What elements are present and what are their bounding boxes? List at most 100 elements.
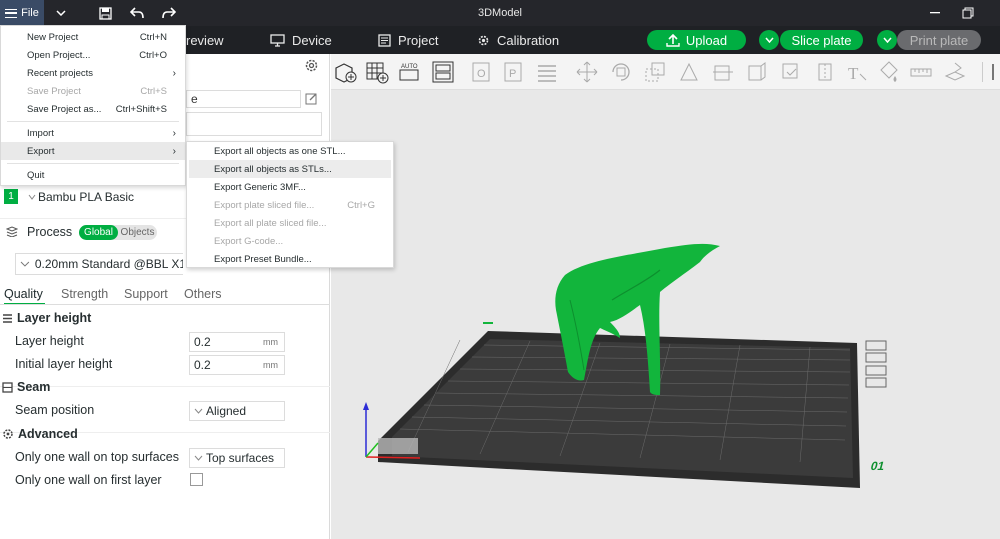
- tab-calibration[interactable]: Calibration: [477, 26, 559, 54]
- filament-chevron-down-icon[interactable]: [28, 194, 36, 200]
- add-cube-icon[interactable]: [333, 60, 357, 84]
- seam-position-select[interactable]: Aligned: [189, 401, 285, 421]
- toolbar-divider: [982, 62, 983, 82]
- section-seam: Seam: [2, 380, 50, 394]
- text-icon[interactable]: T: [845, 60, 869, 84]
- menu-item-save-project[interactable]: Save Project Ctrl+S: [1, 82, 185, 100]
- submenu-arrow-icon: ›: [172, 127, 176, 139]
- menu-save-project-as-label: Save Project as...: [27, 103, 102, 115]
- menu-new-project-label: New Project: [27, 31, 79, 43]
- measure-icon[interactable]: [909, 60, 933, 84]
- auto-orient-icon[interactable]: AUTO: [397, 60, 421, 84]
- menu-save-project-as-shortcut: Ctrl+Shift+S: [115, 103, 167, 115]
- filament-name[interactable]: Bambu PLA Basic: [38, 190, 134, 204]
- save-icon[interactable]: [94, 0, 116, 26]
- plate-type-field[interactable]: [186, 112, 322, 136]
- printer-name-field[interactable]: e: [186, 90, 301, 108]
- tab-preview[interactable]: review: [186, 26, 224, 54]
- filament-slot-badge: 1: [4, 189, 18, 204]
- tab-support[interactable]: Support: [124, 287, 168, 301]
- layer-height-icon: [3, 313, 12, 323]
- tab-others[interactable]: Others: [184, 287, 222, 301]
- svg-text:AUTO: AUTO: [401, 64, 418, 70]
- mesh-boolean-icon[interactable]: [745, 60, 769, 84]
- export-item-all-plate-sliced[interactable]: Export all plate sliced file...: [189, 214, 391, 232]
- section-advanced-title: Advanced: [18, 427, 78, 441]
- menu-item-open-project[interactable]: Open Project... Ctrl+O: [1, 46, 185, 64]
- split-objects-icon[interactable]: O: [469, 60, 493, 84]
- add-plate-icon[interactable]: [365, 60, 389, 84]
- first-layer-label: Only one wall on first layer: [15, 473, 162, 487]
- move-icon[interactable]: [575, 60, 599, 84]
- toggle-objects[interactable]: Objects: [118, 225, 157, 240]
- export-item-preset-bundle[interactable]: Export Preset Bundle...: [189, 250, 391, 268]
- slice-plate-button[interactable]: Slice plate: [780, 30, 863, 50]
- close-window-button[interactable]: [983, 0, 1000, 26]
- file-menu-button[interactable]: File: [0, 0, 44, 26]
- restore-icon[interactable]: [956, 0, 980, 26]
- printer-settings-gear-icon[interactable]: [304, 58, 319, 73]
- slice-options-chevron-icon[interactable]: [759, 30, 779, 50]
- cut-icon[interactable]: [711, 60, 735, 84]
- tab-device-label: Device: [292, 32, 332, 48]
- menu-item-quit[interactable]: Quit: [1, 166, 185, 184]
- upload-button[interactable]: Upload: [647, 30, 746, 50]
- layers-icon: [6, 226, 18, 237]
- menu-item-import[interactable]: Import ›: [1, 124, 185, 142]
- print-plate-button[interactable]: Print plate: [897, 30, 981, 50]
- upload-label: Upload: [685, 32, 728, 48]
- svg-text:P: P: [509, 68, 516, 80]
- export-item-plate-sliced[interactable]: Export plate sliced file... Ctrl+G: [189, 196, 391, 214]
- toolbar-more-icon[interactable]: [991, 60, 1000, 84]
- layers-list-icon[interactable]: [535, 60, 559, 84]
- redo-icon[interactable]: [158, 0, 180, 26]
- global-objects-toggle[interactable]: Global Objects: [79, 225, 157, 240]
- toggle-global[interactable]: Global: [79, 225, 118, 240]
- section-seam-title: Seam: [17, 380, 51, 394]
- export-all-plate-sliced-label: Export all plate sliced file...: [214, 217, 327, 229]
- rotate-icon[interactable]: [609, 60, 633, 84]
- initial-layer-height-input[interactable]: 0.2 mm: [189, 355, 285, 375]
- menu-item-save-project-as[interactable]: Save Project as... Ctrl+Shift+S: [1, 100, 185, 118]
- top-surfaces-label: Only one wall on top surfaces: [15, 450, 179, 464]
- export-item-stls[interactable]: Export all objects as STLs...: [189, 160, 391, 178]
- export-item-generic-3mf[interactable]: Export Generic 3MF...: [189, 178, 391, 196]
- file-menu-label: File: [21, 7, 39, 19]
- support-paint-icon[interactable]: [779, 60, 803, 84]
- dropdown-chevron-icon[interactable]: [50, 0, 72, 26]
- layer-height-value: 0.2: [194, 335, 211, 349]
- menu-item-new-project[interactable]: New Project Ctrl+N: [1, 28, 185, 46]
- tab-quality[interactable]: Quality: [4, 287, 43, 301]
- window-title: 3DModel: [477, 7, 523, 19]
- initial-layer-height-value: 0.2: [194, 358, 211, 372]
- edit-icon[interactable]: [305, 92, 318, 105]
- scale-icon[interactable]: [643, 60, 667, 84]
- lay-on-face-icon[interactable]: [677, 60, 701, 84]
- arrange-icon[interactable]: [431, 60, 455, 84]
- process-profile-select[interactable]: 0.20mm Standard @BBL X1C: [15, 253, 183, 275]
- title-bar: File 3DModel: [0, 0, 1000, 26]
- first-layer-checkbox[interactable]: [190, 473, 203, 486]
- export-item-gcode[interactable]: Export G-code...: [189, 232, 391, 250]
- minimize-icon[interactable]: [924, 0, 946, 26]
- export-one-stl-label: Export all objects as one STL...: [214, 145, 346, 157]
- tab-strength[interactable]: Strength: [61, 287, 108, 301]
- tab-device[interactable]: Device: [270, 26, 332, 54]
- seam-position-value: Aligned: [206, 404, 247, 418]
- seam-paint-icon[interactable]: [813, 60, 837, 84]
- menu-item-export[interactable]: Export ›: [1, 142, 185, 160]
- menu-import-label: Import: [27, 127, 54, 139]
- menu-item-recent-projects[interactable]: Recent projects ›: [1, 64, 185, 82]
- print-options-chevron-icon[interactable]: [877, 30, 897, 50]
- undo-icon[interactable]: [126, 0, 148, 26]
- top-surfaces-select[interactable]: Top surfaces: [189, 448, 285, 468]
- 3d-viewport[interactable]: 01: [331, 54, 1000, 539]
- process-profile-value: 0.20mm Standard @BBL X1C: [34, 257, 183, 271]
- assembly-icon[interactable]: [943, 60, 967, 84]
- tab-project[interactable]: Project: [378, 26, 438, 54]
- export-item-one-stl[interactable]: Export all objects as one STL...: [189, 142, 391, 160]
- split-parts-icon[interactable]: P: [501, 60, 525, 84]
- color-paint-icon[interactable]: [877, 60, 901, 84]
- layer-height-input[interactable]: 0.2 mm: [189, 332, 285, 352]
- top-surfaces-chevron-down-icon: [194, 455, 203, 461]
